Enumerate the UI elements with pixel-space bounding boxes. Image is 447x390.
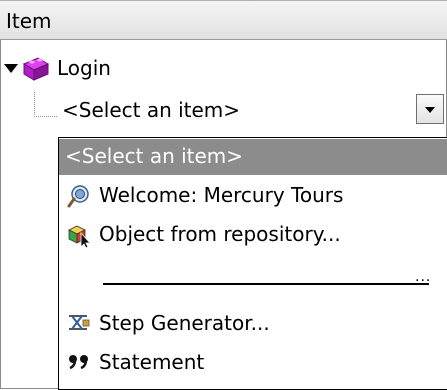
expand-arrow-icon[interactable] [4,64,18,73]
tree-item-label: Login [57,56,111,80]
option-label: <Select an item> [65,144,244,168]
tree-row-login[interactable]: Login [0,50,447,88]
chevron-down-icon [425,107,435,113]
login-action-icon [22,57,50,81]
dropdown-option-object-repository[interactable]: Object from repository... [59,217,447,253]
browser-page-icon [67,185,89,208]
option-label: Statement [99,350,205,374]
combo-dropdown-button[interactable] [416,94,444,124]
dropdown-option-select-item[interactable]: <Select an item> [59,139,447,175]
item-combo-value[interactable]: <Select an item> [62,98,240,122]
object-repository-icon [68,225,91,249]
dropdown-option-welcome[interactable]: Welcome: Mercury Tours [59,178,447,214]
option-label: Object from repository... [99,222,341,246]
option-label: Welcome: Mercury Tours [99,183,344,207]
tree-row-step-combo[interactable]: <Select an item> [0,92,447,130]
statement-icon [69,355,88,370]
column-header-label: Item [6,9,52,33]
tree-connector-line [34,92,57,117]
dropdown-separator [103,283,429,285]
dropdown-option-step-generator[interactable]: Step Generator... [59,306,447,342]
separator-ellipsis: ... [415,269,432,285]
column-header[interactable]: Item [0,0,447,40]
dropdown-option-statement[interactable]: Statement [59,345,447,381]
item-dropdown-list: <Select an item> Welcome: Mercury Tours … [58,137,447,390]
option-label: Step Generator... [99,311,270,335]
step-generator-icon [69,315,90,330]
